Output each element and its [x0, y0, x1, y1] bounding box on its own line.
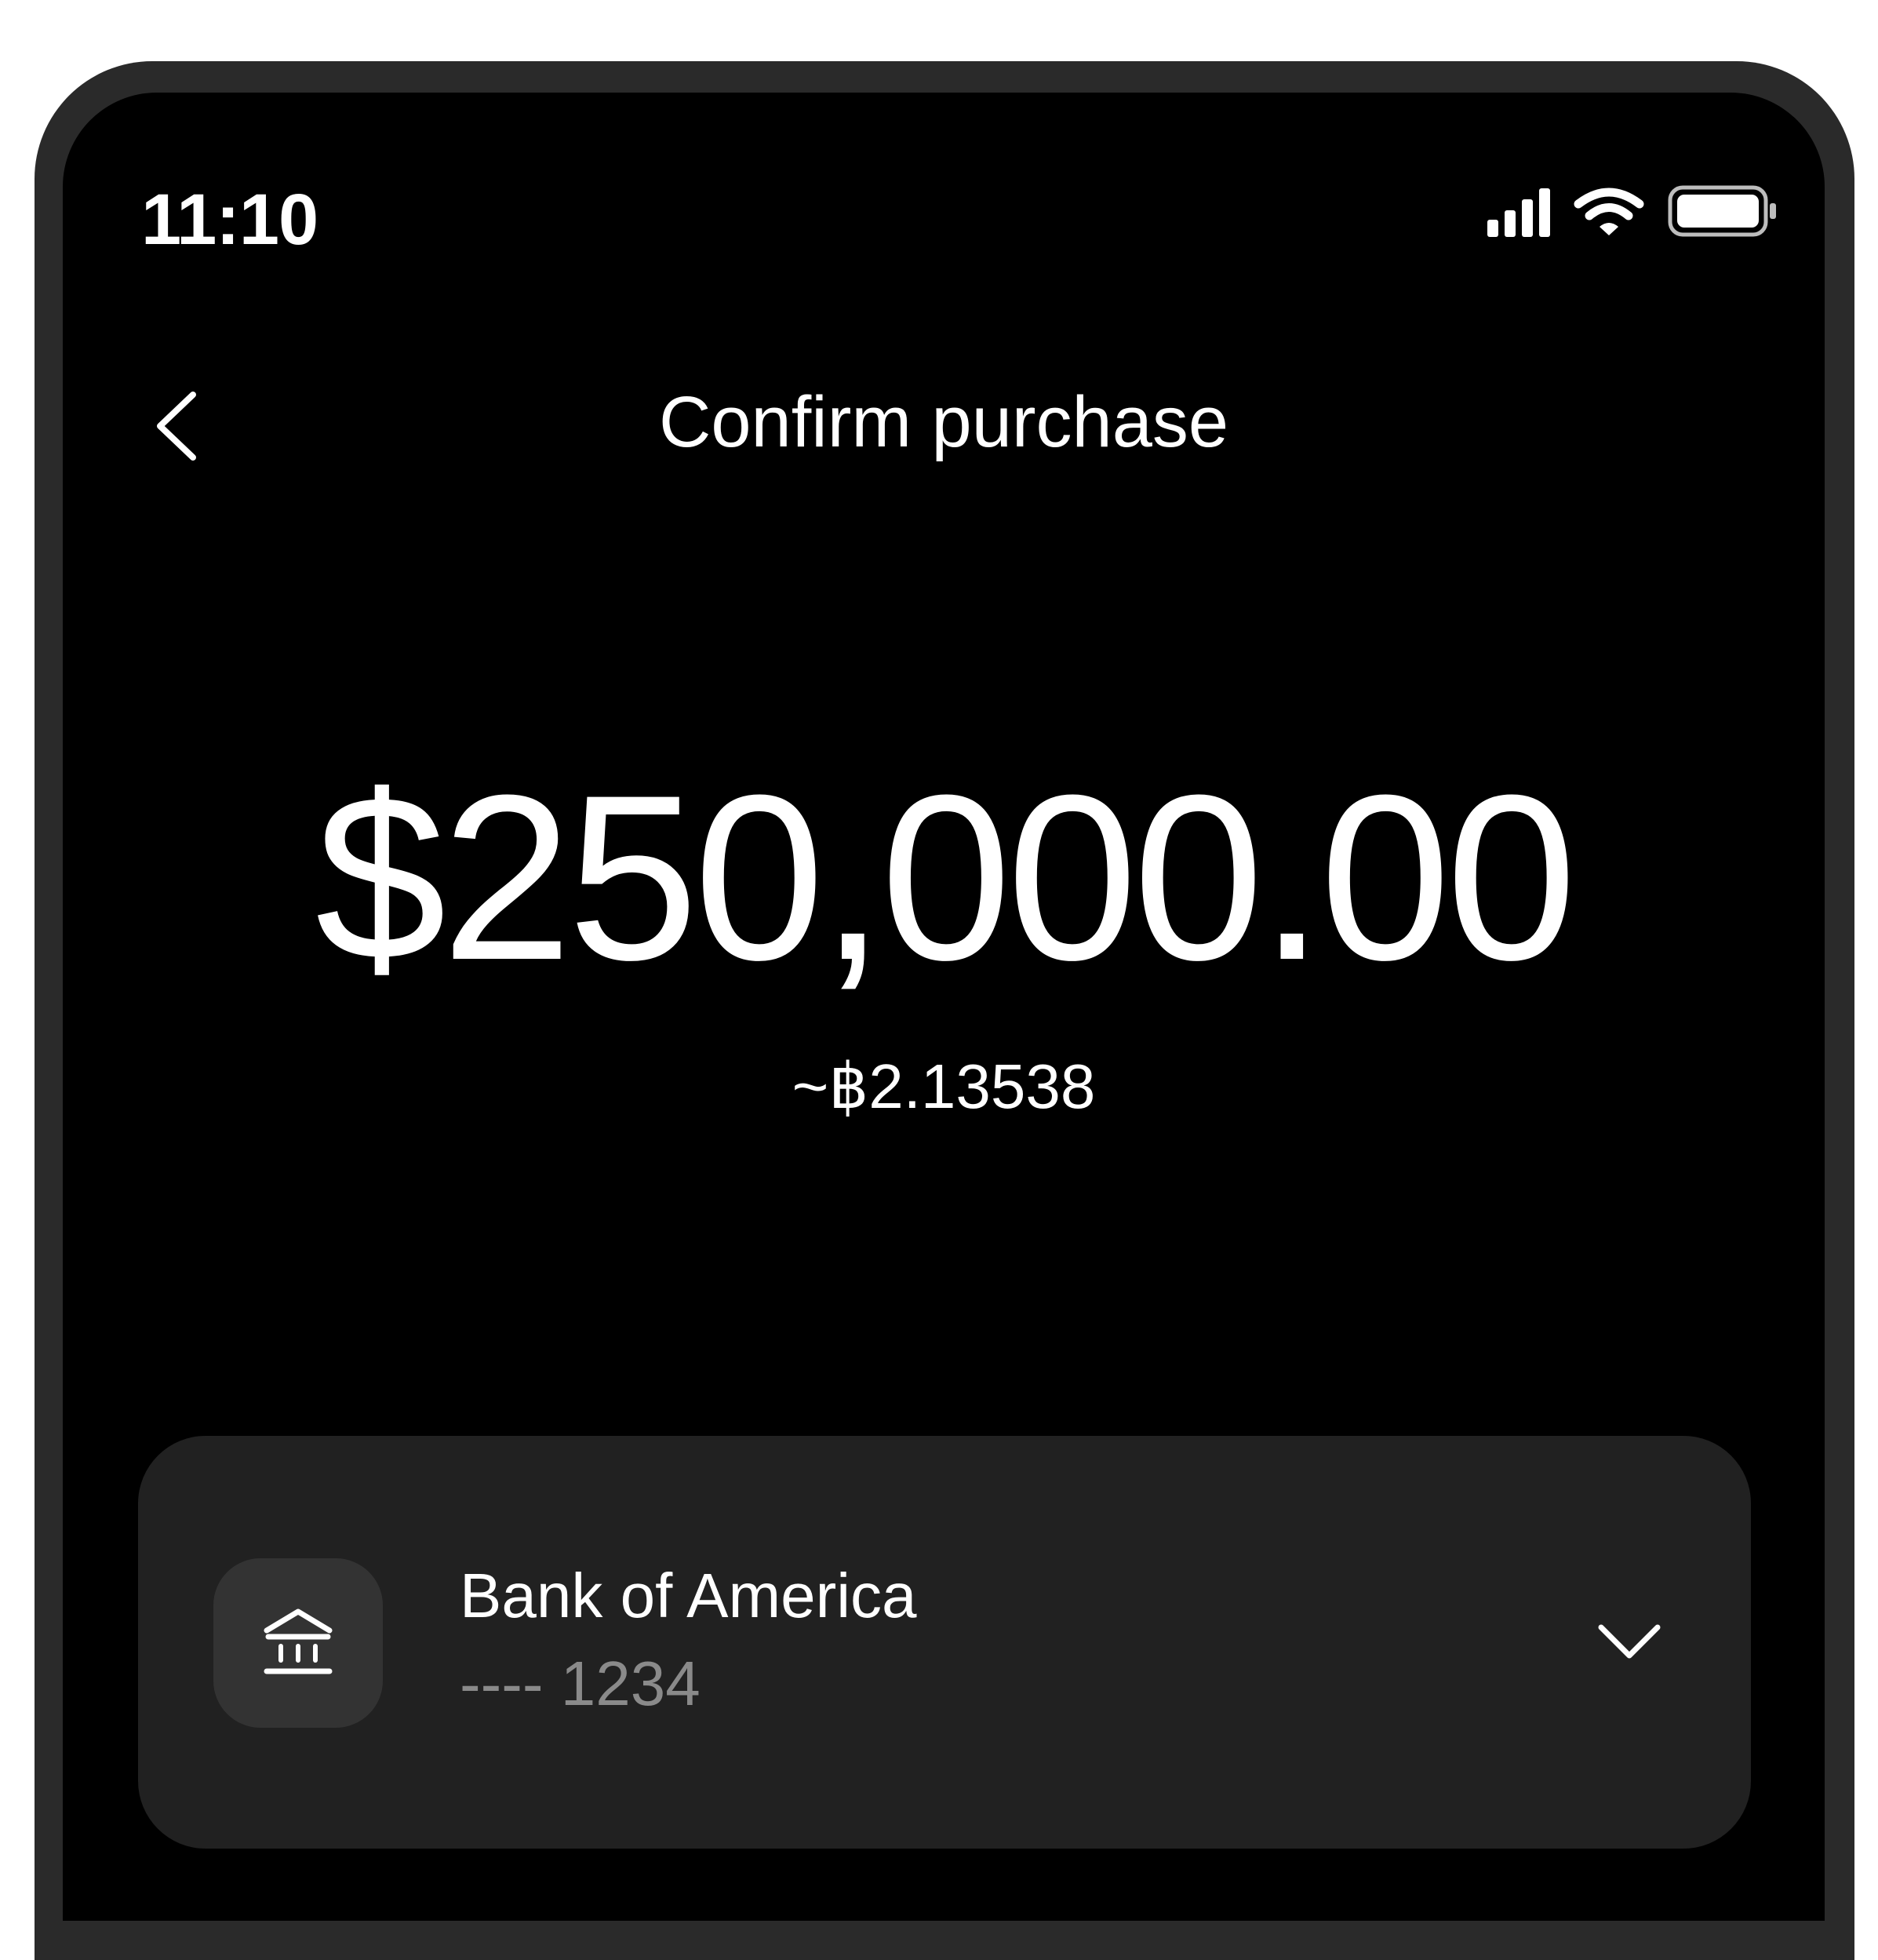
- purchase-amount: $250,000.00: [315, 745, 1577, 1009]
- expand-button[interactable]: [1594, 1605, 1665, 1676]
- status-icons: [1487, 185, 1778, 237]
- battery-icon: [1668, 185, 1778, 237]
- status-time: 11:10: [141, 180, 318, 260]
- btc-equivalent: ~฿2.13538: [792, 1051, 1096, 1121]
- bank-icon-tile: [213, 1558, 383, 1728]
- wifi-icon: [1574, 187, 1644, 237]
- chevron-down-icon: [1598, 1624, 1661, 1659]
- payment-method-selector[interactable]: Bank of America ---- 1234: [138, 1436, 1751, 1849]
- account-number: ---- 1234: [460, 1649, 701, 1718]
- app-screen: 11:10 Confirm purchase $250,000.00 ~฿2.1…: [63, 93, 1825, 1921]
- bank-name: Bank of America: [460, 1561, 917, 1630]
- page-title: Confirm purchase: [658, 382, 1229, 462]
- bank-icon: [264, 1608, 333, 1674]
- signal-icon: [1487, 187, 1550, 237]
